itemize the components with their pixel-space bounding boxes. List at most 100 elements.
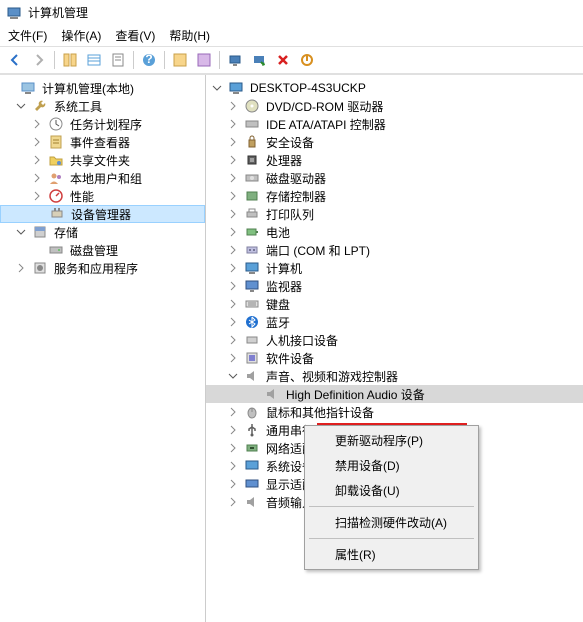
chevron-right-icon[interactable] bbox=[14, 261, 28, 275]
storage-icon bbox=[32, 224, 48, 240]
left-task-scheduler[interactable]: 任务计划程序 bbox=[0, 115, 205, 133]
chevron-right-icon[interactable] bbox=[30, 153, 44, 167]
chevron-right-icon[interactable] bbox=[226, 351, 240, 365]
computer-mgmt-icon bbox=[20, 80, 36, 96]
left-root[interactable]: 计算机管理(本地) bbox=[0, 79, 205, 97]
clock-icon bbox=[48, 116, 64, 132]
tb-disable-button[interactable] bbox=[296, 49, 318, 71]
chevron-down-icon[interactable] bbox=[226, 369, 240, 383]
cat-bluetooth[interactable]: 蓝牙 bbox=[206, 313, 583, 331]
left-event-viewer[interactable]: 事件查看器 bbox=[0, 133, 205, 151]
chevron-right-icon[interactable] bbox=[226, 225, 240, 239]
left-device-manager[interactable]: 设备管理器 bbox=[0, 205, 205, 223]
chevron-right-icon[interactable] bbox=[226, 459, 240, 473]
left-storage[interactable]: 存储 bbox=[0, 223, 205, 241]
chevron-right-icon[interactable] bbox=[226, 279, 240, 293]
monitor-icon bbox=[244, 278, 260, 294]
chevron-right-icon[interactable] bbox=[226, 135, 240, 149]
forward-button[interactable] bbox=[28, 49, 50, 71]
chevron-right-icon[interactable] bbox=[226, 189, 240, 203]
ide-icon bbox=[244, 116, 260, 132]
chevron-right-icon[interactable] bbox=[30, 117, 44, 131]
chevron-right-icon[interactable] bbox=[30, 189, 44, 203]
chevron-right-icon[interactable] bbox=[226, 297, 240, 311]
cat-ports[interactable]: 端口 (COM 和 LPT) bbox=[206, 241, 583, 259]
chevron-right-icon[interactable] bbox=[226, 477, 240, 491]
pc-icon bbox=[244, 260, 260, 276]
right-tree: DESKTOP-4S3UCKP DVD/CD-ROM 驱动器 IDE ATA/A… bbox=[206, 75, 583, 622]
cat-security[interactable]: 安全设备 bbox=[206, 133, 583, 151]
chevron-right-icon[interactable] bbox=[226, 261, 240, 275]
cat-sound[interactable]: 声音、视频和游戏控制器 bbox=[206, 367, 583, 385]
chevron-down-icon[interactable] bbox=[14, 99, 28, 113]
speaker-icon bbox=[264, 386, 280, 402]
tb-scan-button[interactable] bbox=[224, 49, 246, 71]
cat-computer[interactable]: 计算机 bbox=[206, 259, 583, 277]
show-hide-button[interactable] bbox=[59, 49, 81, 71]
left-shared-folders[interactable]: 共享文件夹 bbox=[0, 151, 205, 169]
chevron-right-icon[interactable] bbox=[30, 135, 44, 149]
right-root[interactable]: DESKTOP-4S3UCKP bbox=[206, 79, 583, 97]
tb-icon-1[interactable] bbox=[169, 49, 191, 71]
storage-ctrl-icon bbox=[244, 188, 260, 204]
left-services[interactable]: 服务和应用程序 bbox=[0, 259, 205, 277]
ctx-update-driver[interactable]: 更新驱动程序(P) bbox=[307, 428, 476, 453]
ctx-uninstall-device[interactable]: 卸载设备(U) bbox=[307, 478, 476, 503]
chevron-right-icon[interactable] bbox=[226, 315, 240, 329]
wrench-icon bbox=[32, 98, 48, 114]
chevron-right-icon[interactable] bbox=[226, 171, 240, 185]
left-performance[interactable]: 性能 bbox=[0, 187, 205, 205]
toolbar: ? bbox=[0, 46, 583, 74]
chevron-right-icon[interactable] bbox=[226, 333, 240, 347]
device-mgr-icon bbox=[49, 206, 65, 222]
menu-file[interactable]: 文件(F) bbox=[8, 27, 47, 44]
chevron-right-icon[interactable] bbox=[226, 117, 240, 131]
ctx-disable-device[interactable]: 禁用设备(D) bbox=[307, 453, 476, 478]
cat-keyboards[interactable]: 键盘 bbox=[206, 295, 583, 313]
tb-update-button[interactable] bbox=[248, 49, 270, 71]
back-button[interactable] bbox=[4, 49, 26, 71]
left-system-tools[interactable]: 系统工具 bbox=[0, 97, 205, 115]
chevron-right-icon[interactable] bbox=[226, 423, 240, 437]
titlebar: 计算机管理 bbox=[0, 0, 583, 25]
chevron-right-icon[interactable] bbox=[226, 495, 240, 509]
device-hd-audio[interactable]: High Definition Audio 设备 bbox=[206, 385, 583, 403]
cat-dvd[interactable]: DVD/CD-ROM 驱动器 bbox=[206, 97, 583, 115]
cat-ide[interactable]: IDE ATA/ATAPI 控制器 bbox=[206, 115, 583, 133]
mouse-icon bbox=[244, 404, 260, 420]
cat-monitors[interactable]: 监视器 bbox=[206, 277, 583, 295]
chevron-right-icon[interactable] bbox=[226, 207, 240, 221]
menu-view[interactable]: 查看(V) bbox=[115, 27, 155, 44]
help-button[interactable]: ? bbox=[138, 49, 160, 71]
chevron-down-icon[interactable] bbox=[210, 81, 224, 95]
menu-help[interactable]: 帮助(H) bbox=[169, 27, 210, 44]
cat-print-queues[interactable]: 打印队列 bbox=[206, 205, 583, 223]
chevron-right-icon[interactable] bbox=[226, 99, 240, 113]
tb-remove-button[interactable] bbox=[272, 49, 294, 71]
properties-button[interactable] bbox=[107, 49, 129, 71]
chevron-right-icon[interactable] bbox=[226, 441, 240, 455]
cat-software-dev[interactable]: 软件设备 bbox=[206, 349, 583, 367]
chevron-right-icon[interactable] bbox=[226, 243, 240, 257]
view-button[interactable] bbox=[83, 49, 105, 71]
chevron-right-icon[interactable] bbox=[226, 153, 240, 167]
ctx-scan-hardware[interactable]: 扫描检测硬件改动(A) bbox=[307, 510, 476, 535]
dvd-icon bbox=[244, 98, 260, 114]
cat-batteries[interactable]: 电池 bbox=[206, 223, 583, 241]
chevron-right-icon[interactable] bbox=[226, 405, 240, 419]
cat-disk-drives[interactable]: 磁盘驱动器 bbox=[206, 169, 583, 187]
cat-storage-ctrl[interactable]: 存储控制器 bbox=[206, 187, 583, 205]
tb-icon-2[interactable] bbox=[193, 49, 215, 71]
cat-mice[interactable]: 鼠标和其他指针设备 bbox=[206, 403, 583, 421]
cat-hid[interactable]: 人机接口设备 bbox=[206, 331, 583, 349]
left-local-users[interactable]: 本地用户和组 bbox=[0, 169, 205, 187]
cat-processors[interactable]: 处理器 bbox=[206, 151, 583, 169]
ctx-properties[interactable]: 属性(R) bbox=[307, 542, 476, 567]
left-tree: 计算机管理(本地) 系统工具 任务计划程序 事件查看器 共享文件夹 本地用户和组 bbox=[0, 75, 206, 622]
menu-action[interactable]: 操作(A) bbox=[61, 27, 101, 44]
left-disk-mgmt[interactable]: 磁盘管理 bbox=[0, 241, 205, 259]
bluetooth-icon bbox=[244, 314, 260, 330]
chevron-right-icon[interactable] bbox=[30, 171, 44, 185]
svg-text:?: ? bbox=[145, 52, 152, 66]
chevron-down-icon[interactable] bbox=[14, 225, 28, 239]
